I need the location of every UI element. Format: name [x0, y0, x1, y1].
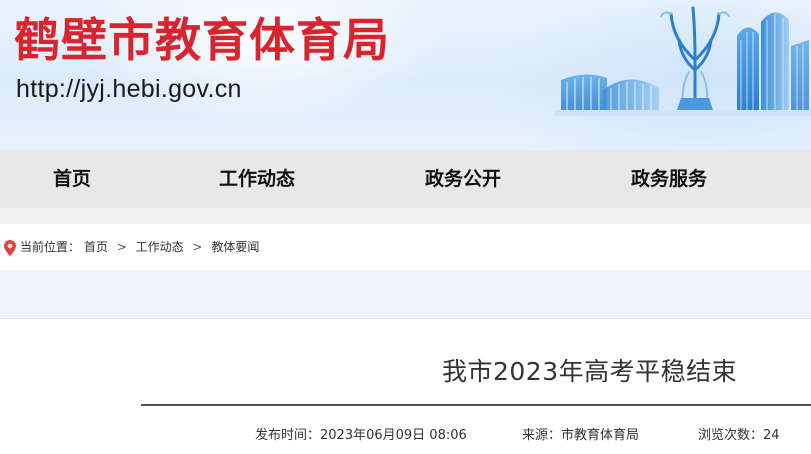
- header-banner: 鹤壁市教育体育局 http://jyj.hebi.gov.cn: [0, 0, 811, 150]
- breadcrumb: 当前位置： 首页 > 工作动态 > 教体要闻: [20, 238, 259, 256]
- site-title[interactable]: 鹤壁市教育体育局: [14, 12, 390, 68]
- content-top-strip: [0, 270, 811, 319]
- location-pin-icon: [4, 240, 16, 256]
- nav-item-government-affairs[interactable]: 政务公开: [425, 150, 501, 208]
- breadcrumb-separator: >: [116, 240, 127, 254]
- nav-item-work-news[interactable]: 工作动态: [219, 150, 295, 208]
- breadcrumb-bar: 当前位置： 首页 > 工作动态 > 教体要闻: [0, 224, 811, 270]
- view-count: 浏览次数：24: [698, 428, 780, 443]
- city-skyline-image: [555, 6, 811, 116]
- breadcrumb-item-home[interactable]: 首页: [84, 240, 108, 254]
- nav-spacer: [0, 208, 811, 224]
- nav-item-government-services[interactable]: 政务服务: [631, 150, 707, 208]
- breadcrumb-prefix: 当前位置：: [20, 240, 81, 254]
- nav-item-home[interactable]: 首页: [53, 150, 91, 208]
- breadcrumb-item-work-news[interactable]: 工作动态: [136, 240, 184, 254]
- breadcrumb-separator: >: [192, 240, 203, 254]
- title-divider: [141, 404, 811, 406]
- article-source: 来源：市教育体育局: [522, 428, 640, 443]
- main-nav: 首页 工作动态 政务公开 政务服务: [0, 150, 811, 208]
- publish-time: 发布时间：2023年06月09日 08:06: [255, 428, 467, 443]
- site-url: http://jyj.hebi.gov.cn: [16, 75, 242, 103]
- breadcrumb-item-education-news[interactable]: 教体要闻: [211, 240, 259, 254]
- article-title: 我市2023年高考平稳结束: [442, 357, 738, 386]
